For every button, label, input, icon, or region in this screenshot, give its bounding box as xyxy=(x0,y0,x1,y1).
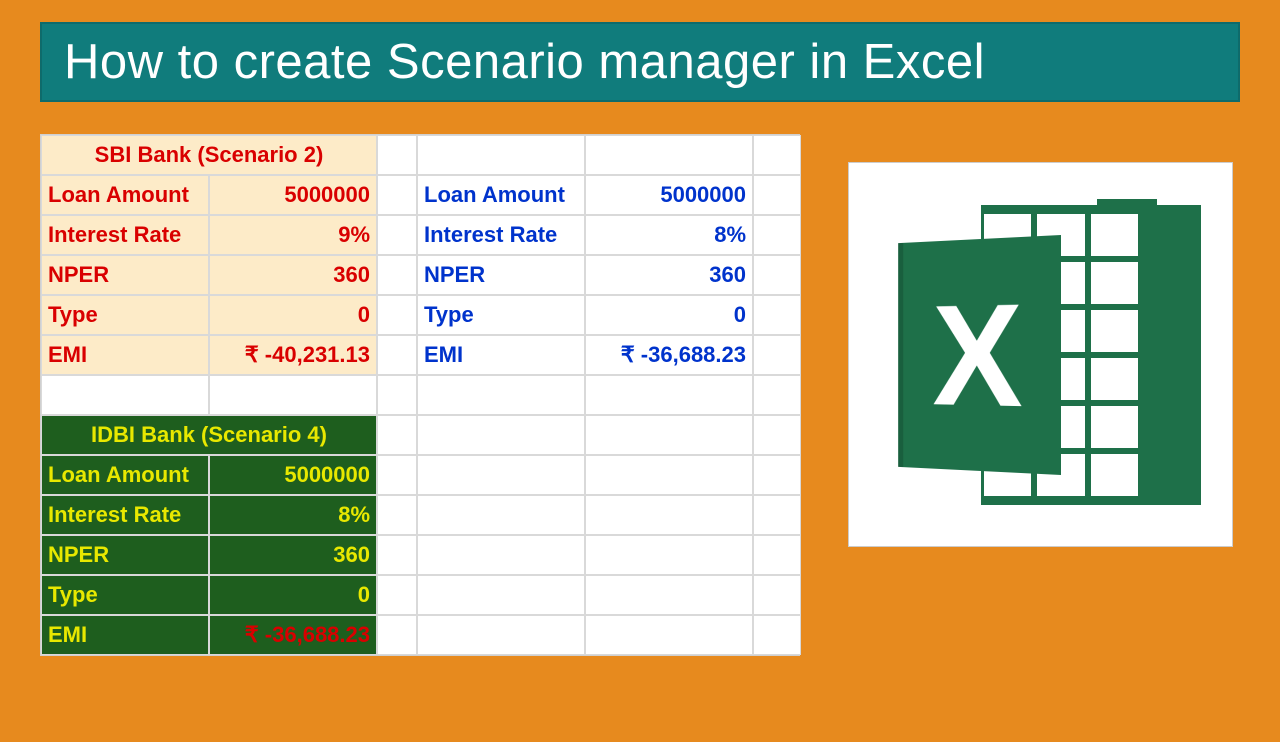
sbi-rate-value: 9% xyxy=(209,215,377,255)
cell-blank xyxy=(377,175,417,215)
blue-rate-value: 8% xyxy=(585,215,753,255)
cell-blank xyxy=(377,615,417,655)
excel-icon: X xyxy=(881,205,1201,505)
cell-blank xyxy=(41,375,209,415)
idbi-loan-label: Loan Amount xyxy=(41,455,209,495)
blue-emi-value: ₹ -36,688.23 xyxy=(585,335,753,375)
sbi-rate-label: Interest Rate xyxy=(41,215,209,255)
cell-blank xyxy=(377,455,417,495)
cell-blank xyxy=(417,415,585,455)
cell-blank xyxy=(585,575,753,615)
spreadsheet-grid: SBI Bank (Scenario 2) Loan Amount 500000… xyxy=(41,135,799,655)
cell-blank xyxy=(377,215,417,255)
excel-logo-panel: X xyxy=(848,162,1233,547)
excel-logo-letter: X xyxy=(932,281,1022,429)
cell-blank xyxy=(585,535,753,575)
cell-blank xyxy=(377,135,417,175)
sbi-emi-value: ₹ -40,231.13 xyxy=(209,335,377,375)
sbi-loan-value: 5000000 xyxy=(209,175,377,215)
idbi-nper-label: NPER xyxy=(41,535,209,575)
sbi-loan-label: Loan Amount xyxy=(41,175,209,215)
cell-blank xyxy=(417,535,585,575)
cell-blank xyxy=(417,455,585,495)
cell-blank xyxy=(209,375,377,415)
idbi-emi-value: ₹ -36,688.23 xyxy=(209,615,377,655)
cell-blank xyxy=(417,575,585,615)
cell-blank xyxy=(585,495,753,535)
cell-blank xyxy=(585,135,753,175)
cell-blank xyxy=(377,495,417,535)
cell-blank xyxy=(377,295,417,335)
cell-blank xyxy=(377,535,417,575)
sbi-emi-label: EMI xyxy=(41,335,209,375)
idbi-loan-value: 5000000 xyxy=(209,455,377,495)
cell-blank xyxy=(753,335,801,375)
cell-blank xyxy=(753,455,801,495)
idbi-emi-label: EMI xyxy=(41,615,209,655)
spreadsheet-area: SBI Bank (Scenario 2) Loan Amount 500000… xyxy=(40,134,800,656)
cell-blank xyxy=(585,455,753,495)
blue-type-value: 0 xyxy=(585,295,753,335)
cell-blank xyxy=(753,175,801,215)
idbi-header: IDBI Bank (Scenario 4) xyxy=(41,415,377,455)
cell-blank xyxy=(377,575,417,615)
idbi-rate-label: Interest Rate xyxy=(41,495,209,535)
cell-blank xyxy=(753,615,801,655)
blue-loan-value: 5000000 xyxy=(585,175,753,215)
cell-blank xyxy=(753,375,801,415)
blue-rate-label: Interest Rate xyxy=(417,215,585,255)
cell-blank xyxy=(417,495,585,535)
idbi-type-label: Type xyxy=(41,575,209,615)
sbi-header: SBI Bank (Scenario 2) xyxy=(41,135,377,175)
cell-blank xyxy=(753,255,801,295)
blue-type-label: Type xyxy=(417,295,585,335)
cell-blank xyxy=(585,615,753,655)
cell-blank xyxy=(753,135,801,175)
blue-loan-label: Loan Amount xyxy=(417,175,585,215)
sbi-nper-value: 360 xyxy=(209,255,377,295)
cell-blank xyxy=(753,415,801,455)
sbi-nper-label: NPER xyxy=(41,255,209,295)
idbi-rate-value: 8% xyxy=(209,495,377,535)
content-area: SBI Bank (Scenario 2) Loan Amount 500000… xyxy=(40,134,1240,656)
page-title: How to create Scenario manager in Excel xyxy=(40,22,1240,102)
sbi-type-label: Type xyxy=(41,295,209,335)
cell-blank xyxy=(417,135,585,175)
cell-blank xyxy=(585,415,753,455)
cell-blank xyxy=(753,495,801,535)
idbi-nper-value: 360 xyxy=(209,535,377,575)
cell-blank xyxy=(753,295,801,335)
cell-blank xyxy=(377,375,417,415)
sbi-type-value: 0 xyxy=(209,295,377,335)
cell-blank xyxy=(585,375,753,415)
blue-nper-value: 360 xyxy=(585,255,753,295)
cell-blank xyxy=(377,255,417,295)
cell-blank xyxy=(417,375,585,415)
cell-blank xyxy=(753,575,801,615)
cell-blank xyxy=(417,615,585,655)
blue-emi-label: EMI xyxy=(417,335,585,375)
cell-blank xyxy=(753,215,801,255)
cell-blank xyxy=(377,415,417,455)
blue-nper-label: NPER xyxy=(417,255,585,295)
idbi-type-value: 0 xyxy=(209,575,377,615)
cell-blank xyxy=(753,535,801,575)
cell-blank xyxy=(377,335,417,375)
